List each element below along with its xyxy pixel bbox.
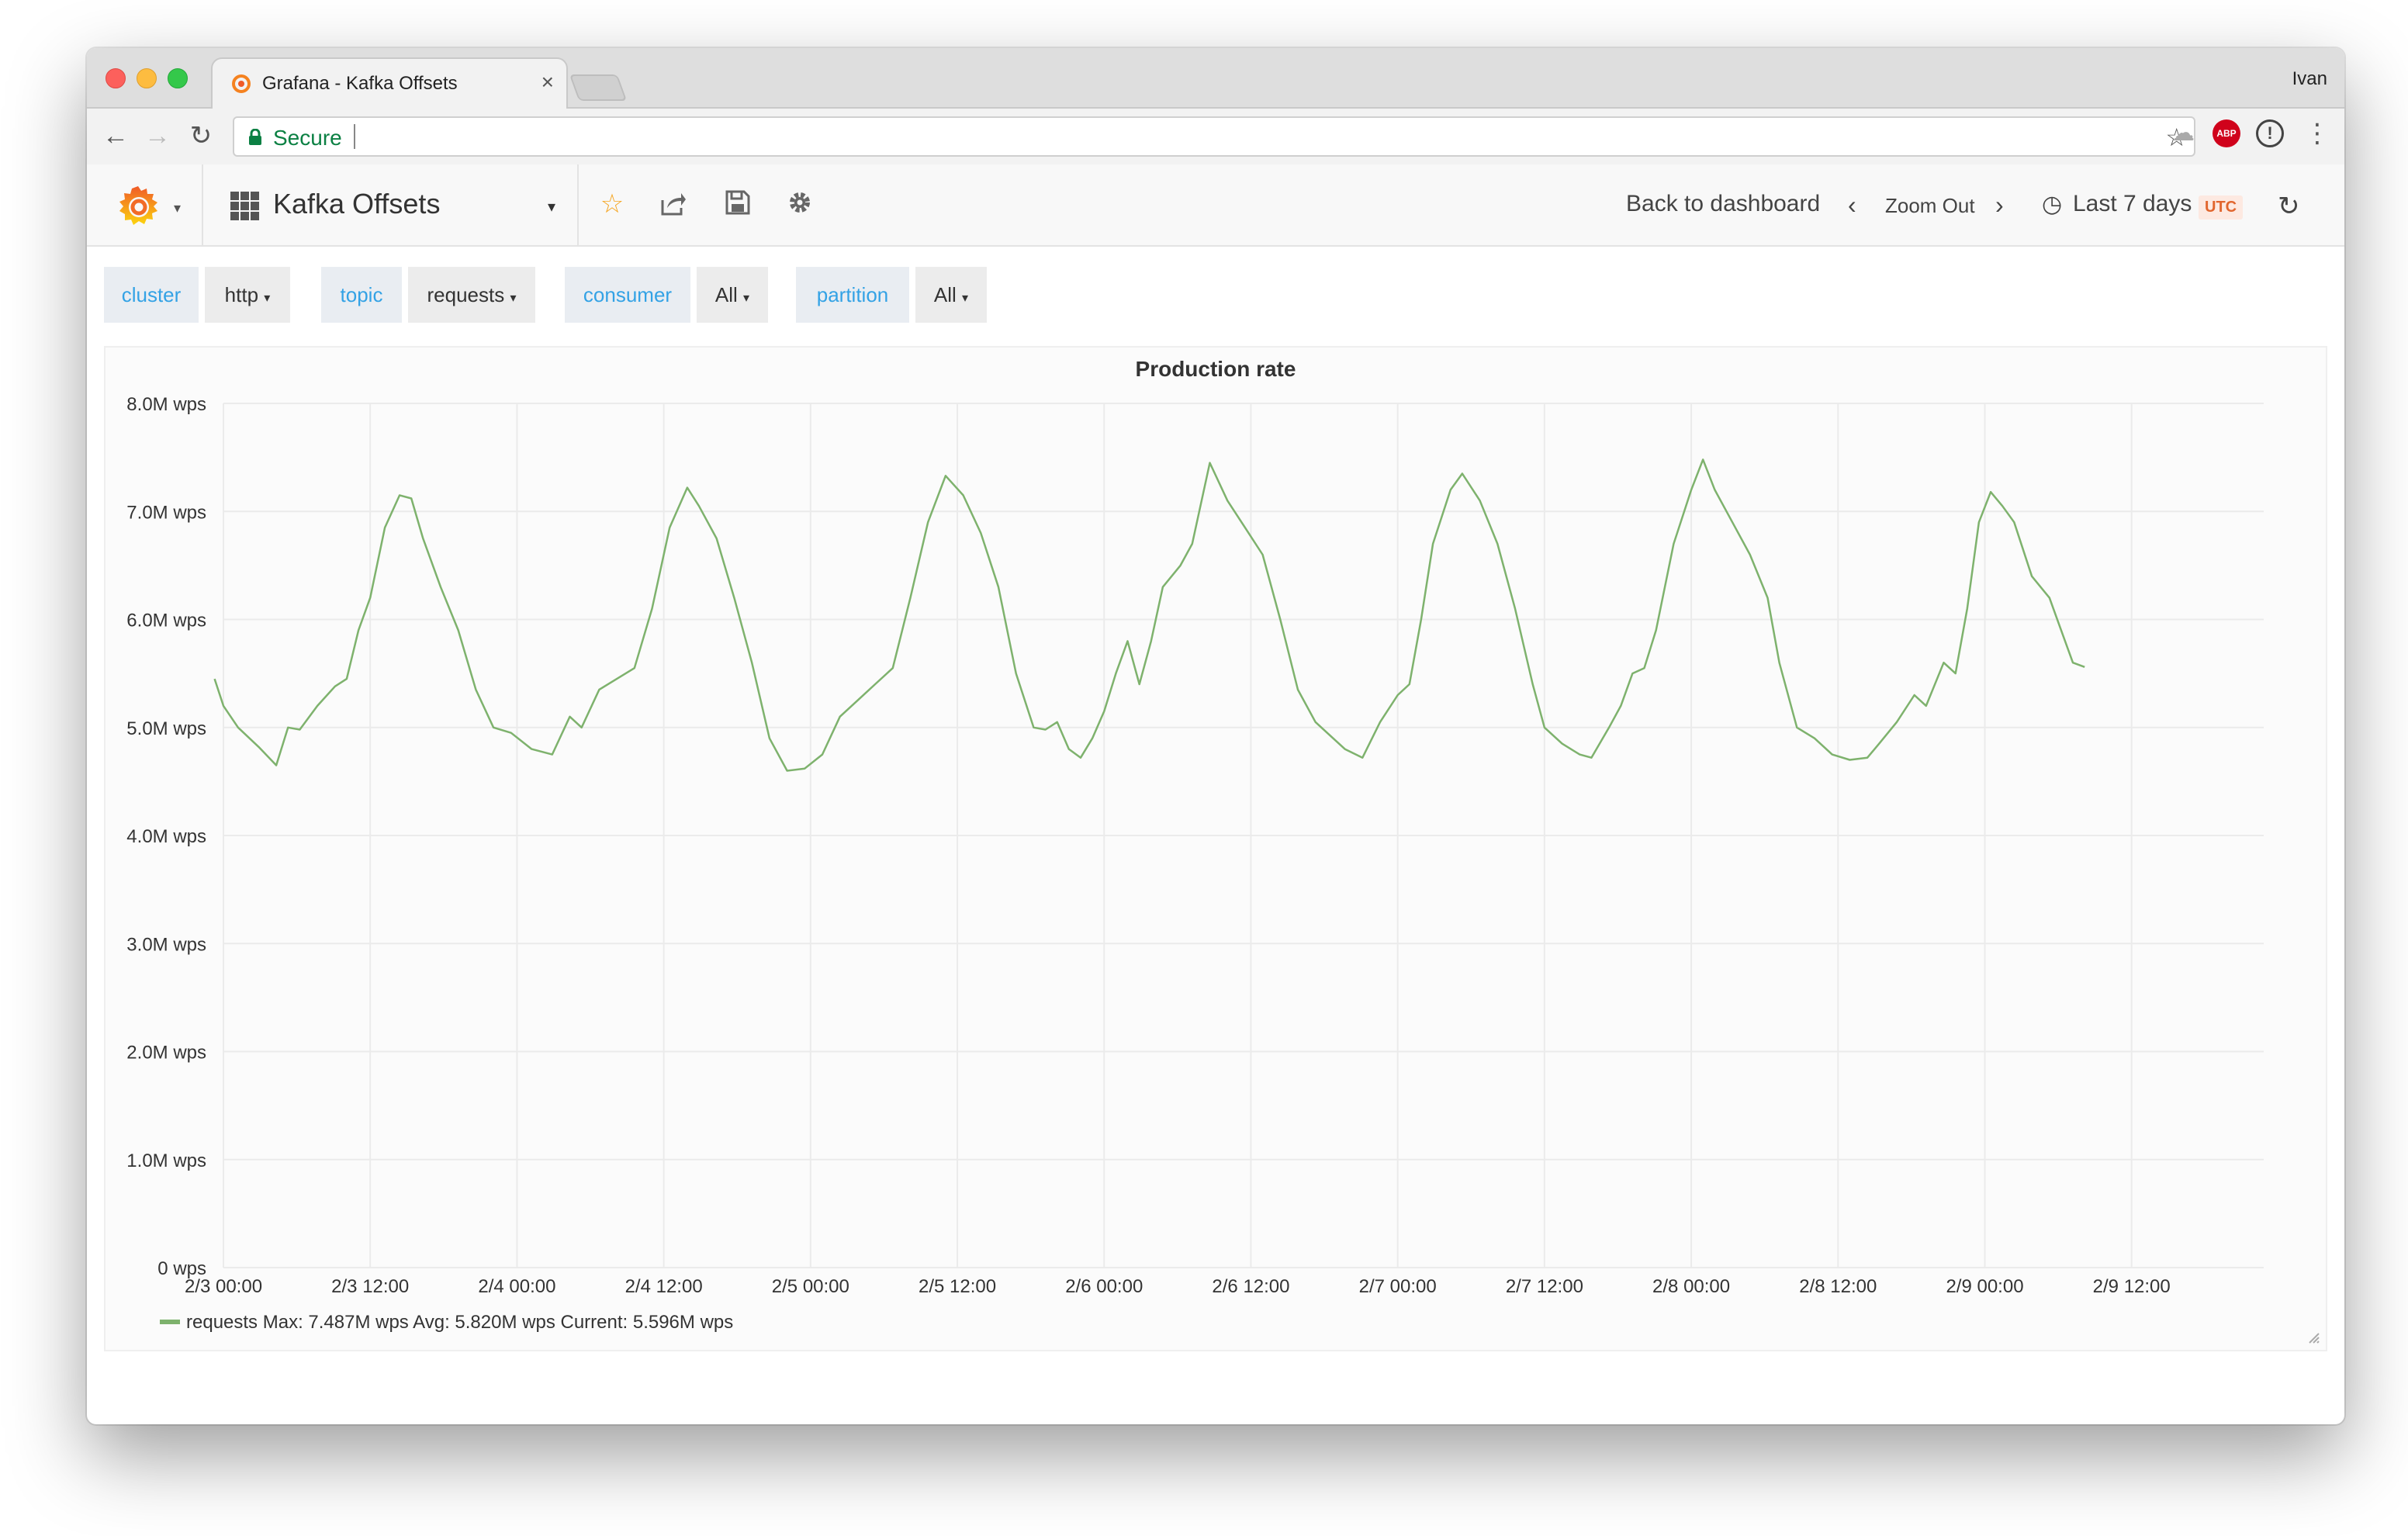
- window-close-button[interactable]: [106, 68, 126, 88]
- variable-select-cluster[interactable]: http ▾: [205, 267, 290, 323]
- y-tick-label: 6.0M wps: [126, 611, 206, 631]
- variable-select-topic[interactable]: requests ▾: [408, 267, 535, 323]
- x-tick-label: 2/3 00:00: [185, 1276, 262, 1297]
- dashboard-picker[interactable]: Kafka Offsets ▾: [202, 164, 579, 245]
- x-tick-label: 2/5 12:00: [919, 1276, 996, 1297]
- grafana-menu-button[interactable]: ▾: [87, 164, 203, 245]
- zoom-out-button[interactable]: Zoom Out: [1885, 194, 1975, 218]
- x-tick-label: 2/7 00:00: [1359, 1276, 1437, 1297]
- browser-menu-icon[interactable]: ⋮: [2304, 119, 2330, 147]
- legend-current: Current: 5.596M wps: [555, 1312, 733, 1333]
- variable-label-partition: partition: [796, 267, 909, 323]
- time-range-picker[interactable]: Last 7 days: [2073, 191, 2192, 217]
- time-shift-back-icon[interactable]: ‹: [1848, 191, 1856, 220]
- y-tick-label: 8.0M wps: [126, 394, 206, 415]
- y-tick-label: 1.0M wps: [126, 1150, 206, 1171]
- refresh-icon[interactable]: ↻: [2278, 191, 2300, 222]
- x-tick-label: 2/7 12:00: [1506, 1276, 1583, 1297]
- x-tick-label: 2/8 00:00: [1652, 1276, 1730, 1297]
- secure-label: Secure: [273, 126, 342, 150]
- y-tick-label: 3.0M wps: [126, 934, 206, 955]
- dashboard-grid-icon: [230, 192, 259, 220]
- dashboard-title: Kafka Offsets: [273, 188, 441, 220]
- x-tick-label: 2/9 12:00: [2093, 1276, 2171, 1297]
- chevron-down-icon: ▾: [510, 292, 517, 305]
- x-tick-label: 2/9 00:00: [1946, 1276, 2023, 1297]
- grafana-navbar: ▾ Kafka Offsets ▾ ☆ Back to dashboard ‹ …: [87, 164, 2344, 247]
- timezone-badge: UTC: [2199, 195, 2244, 220]
- x-tick-label: 2/6 12:00: [1212, 1276, 1289, 1297]
- reload-icon[interactable]: ↻: [183, 118, 219, 154]
- production-rate-chart[interactable]: 0 wps1.0M wps2.0M wps3.0M wps4.0M wps5.0…: [106, 348, 2326, 1350]
- y-tick-label: 4.0M wps: [126, 826, 206, 847]
- grafana-favicon-icon: [232, 74, 251, 93]
- time-shift-forward-icon[interactable]: ›: [1995, 191, 2004, 220]
- save-icon[interactable]: [725, 189, 751, 216]
- new-tab-button[interactable]: [569, 74, 628, 101]
- text-cursor: [354, 124, 355, 149]
- series-line-requests: [213, 458, 2085, 772]
- variable-value: requests: [427, 283, 505, 306]
- chevron-down-icon: ▾: [743, 292, 750, 305]
- address-bar[interactable]: Secure ☆: [233, 116, 2195, 157]
- y-tick-label: 5.0M wps: [126, 718, 206, 739]
- chevron-down-icon: ▾: [174, 200, 182, 216]
- legend-avg: Avg: 5.820M wps: [409, 1312, 555, 1333]
- grafana-logo-icon: [119, 186, 157, 225]
- window-maximize-button[interactable]: [168, 68, 188, 88]
- browser-tab-active[interactable]: Grafana - Kafka Offsets ×: [211, 57, 568, 109]
- back-arrow-icon[interactable]: ←: [98, 118, 133, 154]
- graph-panel[interactable]: Production rate 0 wps 1.0M wps 2.0M wps 3.0…: [104, 346, 2327, 1351]
- browser-toolbar: ← → ↻ Secure ☆ ☁ ABP ! ⋮: [87, 109, 2344, 166]
- adblock-extension-icon[interactable]: ABP: [2213, 119, 2240, 147]
- tab-strip: Grafana - Kafka Offsets × Ivan: [87, 48, 2344, 109]
- x-tick-label: 2/5 00:00: [772, 1276, 849, 1297]
- x-tick-label: 2/4 12:00: [625, 1276, 703, 1297]
- info-extension-icon[interactable]: !: [2256, 119, 2284, 147]
- cloud-extension-icon[interactable]: ☁: [2169, 119, 2197, 147]
- y-tick-label: 7.0M wps: [126, 502, 206, 523]
- forward-arrow-icon[interactable]: →: [140, 118, 175, 154]
- y-tick-label: 2.0M wps: [126, 1043, 206, 1064]
- variable-select-consumer[interactable]: All ▾: [697, 267, 768, 323]
- variable-label-cluster: cluster: [104, 267, 199, 323]
- legend-text[interactable]: requests Max: 7.487M wps Avg: 5.820M wps…: [186, 1312, 733, 1333]
- star-icon[interactable]: ☆: [596, 188, 628, 220]
- variable-value: All: [714, 283, 738, 306]
- browser-window: Grafana - Kafka Offsets × Ivan ← → ↻ Sec…: [87, 48, 2344, 1424]
- variable-value: http: [224, 283, 259, 306]
- chevron-down-icon: ▾: [548, 199, 556, 216]
- back-to-dashboard-link[interactable]: Back to dashboard: [1626, 191, 1820, 217]
- x-tick-label: 2/3 12:00: [331, 1276, 409, 1297]
- lock-icon: [249, 129, 261, 145]
- chevron-down-icon: ▾: [962, 292, 969, 305]
- variable-label-consumer: consumer: [565, 267, 690, 323]
- window-minimize-button[interactable]: [137, 68, 157, 88]
- x-tick-label: 2/8 12:00: [1799, 1276, 1877, 1297]
- tab-close-icon[interactable]: ×: [541, 70, 554, 95]
- x-tick-label: 2/6 00:00: [1065, 1276, 1143, 1297]
- variable-select-partition[interactable]: All ▾: [915, 267, 987, 323]
- clock-icon: ◷: [2042, 192, 2063, 217]
- panel-resize-handle[interactable]: [2306, 1330, 2320, 1344]
- x-tick-label: 2/4 00:00: [478, 1276, 555, 1297]
- variable-label-topic: topic: [321, 267, 402, 323]
- profile-name[interactable]: Ivan: [2292, 68, 2327, 90]
- tab-title: Grafana - Kafka Offsets: [262, 73, 458, 94]
- variable-value: All: [933, 283, 957, 306]
- legend-max: Max: 7.487M wps: [258, 1312, 409, 1333]
- chevron-down-icon: ▾: [264, 292, 271, 305]
- legend-series-name: requests: [186, 1312, 258, 1333]
- share-icon[interactable]: [659, 189, 687, 217]
- gear-icon[interactable]: [787, 189, 813, 216]
